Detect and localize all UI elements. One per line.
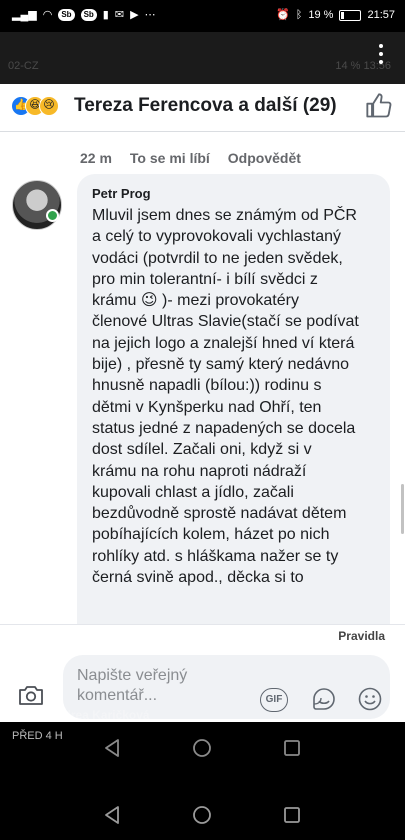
camera-icon[interactable] bbox=[18, 684, 44, 706]
like-thumb-icon[interactable] bbox=[365, 92, 393, 120]
comment-input-placeholder: Napište veřejný komentář... bbox=[77, 667, 188, 704]
more-icon: ⋯ bbox=[144, 9, 156, 21]
comments-panel: 👍 😆 😢 Tereza Ferencova a další (29) 22 m… bbox=[0, 84, 405, 722]
bluetooth-icon: ᛒ bbox=[295, 9, 303, 21]
comment-bubble[interactable]: Petr Prog Mluvil jsem dnes se známým od … bbox=[77, 174, 390, 624]
reply-button[interactable]: Odpovědět bbox=[228, 150, 301, 166]
wifi-icon: ◠ bbox=[42, 9, 53, 21]
battery-percent: 19 % bbox=[308, 9, 334, 21]
signal-icon: ▂▄▆ bbox=[12, 9, 37, 21]
comment-time: 22 m bbox=[80, 150, 112, 166]
app-badge-b: Sb bbox=[80, 9, 97, 21]
avatar[interactable] bbox=[12, 180, 62, 230]
home-icon[interactable] bbox=[187, 733, 217, 763]
ghost-author-name: Milan Andrea Karičková bbox=[14, 708, 150, 722]
like-comment-button[interactable]: To se mi líbí bbox=[130, 150, 210, 166]
sad-reaction-icon: 😢 bbox=[39, 96, 59, 116]
status-bar-left: ▂▄▆ ◠ Sb Sb ▮ ✉ ▶ ⋯ bbox=[12, 8, 156, 22]
notification-icon: ✉ bbox=[114, 9, 125, 21]
online-status-dot bbox=[46, 209, 59, 222]
recent-apps-icon[interactable] bbox=[277, 733, 307, 763]
status-bar-right: ⏰ ᛒ 19 % 21:57 bbox=[276, 8, 395, 22]
alarm-icon: ⏰ bbox=[276, 9, 290, 21]
navigation-bar bbox=[0, 800, 405, 830]
status-time: 21:57 bbox=[367, 9, 395, 21]
ghost-navigation-bar bbox=[0, 733, 405, 763]
home-icon[interactable] bbox=[187, 800, 217, 830]
sim-icon: ▮ bbox=[102, 9, 109, 21]
youtube-icon: ▶ bbox=[130, 9, 139, 21]
status-bar: ▂▄▆ ◠ Sb Sb ▮ ✉ ▶ ⋯ ⏰ ᛒ 19 % 21:57 bbox=[0, 0, 405, 32]
scrollbar[interactable] bbox=[401, 484, 404, 534]
ghost-carrier-text: 02-CZ bbox=[8, 60, 39, 72]
divider bbox=[0, 624, 405, 625]
comment-text: Mluvil jsem dnes se známým od PČR a celý… bbox=[92, 207, 359, 587]
overflow-menu-icon[interactable] bbox=[379, 44, 383, 68]
emoji-icon[interactable] bbox=[357, 686, 383, 712]
back-icon[interactable] bbox=[97, 733, 127, 763]
rules-link[interactable]: Pravidla bbox=[338, 629, 385, 643]
reaction-icons: 👍 😆 😢 bbox=[11, 96, 75, 116]
sticker-icon[interactable] bbox=[311, 686, 337, 712]
comment-meta-row: 22 m To se mi líbí Odpovědět bbox=[80, 150, 301, 166]
battery-icon bbox=[339, 9, 362, 21]
back-icon[interactable] bbox=[97, 800, 127, 830]
reactions-header[interactable]: 👍 😆 😢 Tereza Ferencova a další (29) bbox=[0, 84, 405, 132]
app-badge-a: Sb bbox=[58, 9, 75, 21]
ghost-status-bar: 02-CZ 14 % 13:56 bbox=[0, 32, 405, 84]
reactions-title[interactable]: Tereza Ferencova a další (29) bbox=[74, 95, 337, 117]
comment-author[interactable]: Petr Prog bbox=[92, 186, 378, 201]
gif-icon[interactable]: GIF bbox=[260, 688, 288, 712]
recent-apps-icon[interactable] bbox=[277, 800, 307, 830]
